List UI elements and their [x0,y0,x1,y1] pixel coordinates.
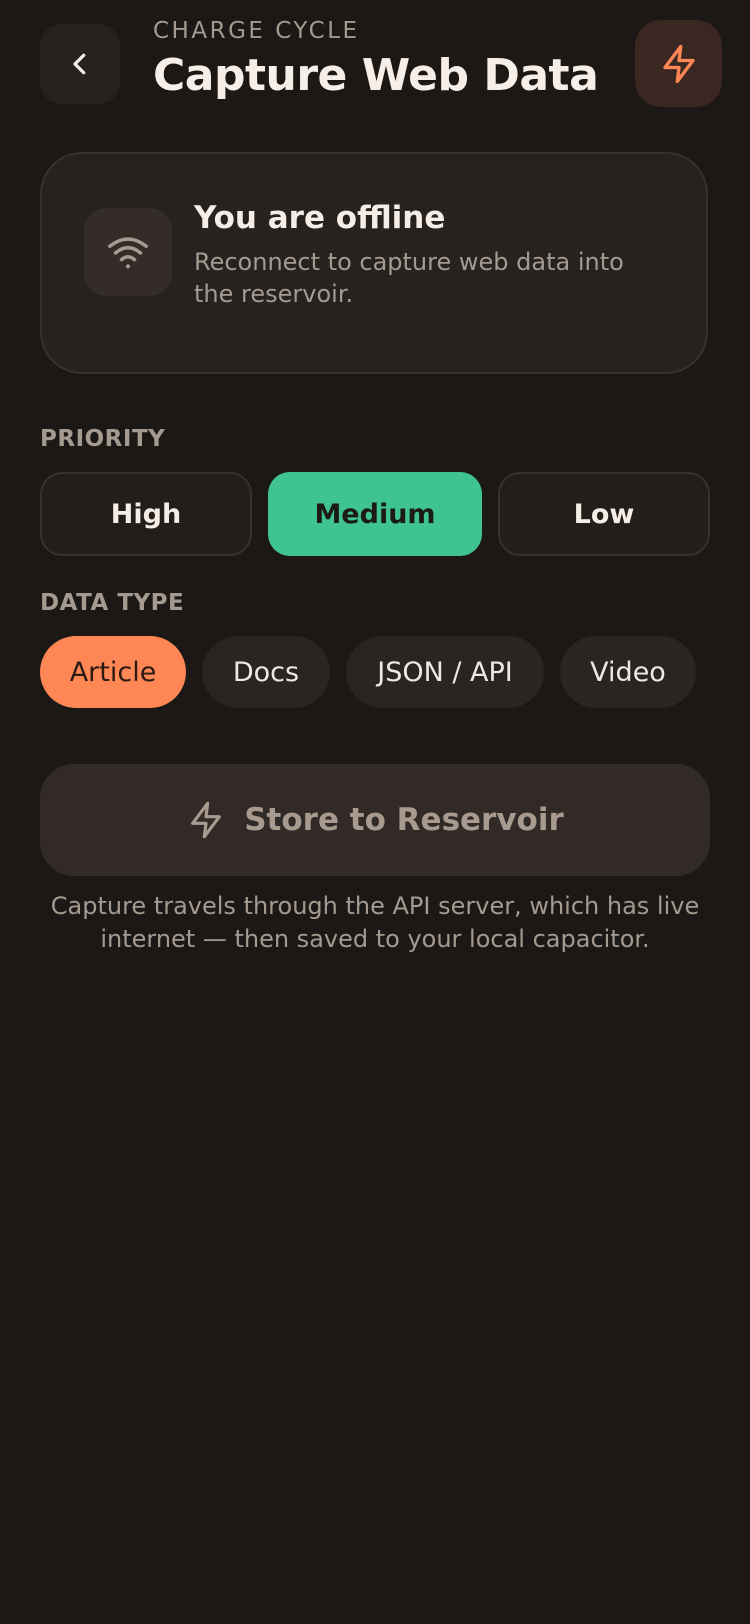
data-type-chip-docs[interactable]: Docs [202,636,330,708]
store-to-reservoir-button[interactable]: Store to Reservoir [40,764,710,876]
offline-card: You are offline Reconnect to capture web… [40,152,708,374]
bolt-icon [191,801,222,839]
charge-action-button[interactable] [635,20,722,107]
wifi-icon-box [84,208,172,296]
bolt-icon [662,44,695,83]
page-title: Capture Web Data [153,50,599,101]
data-type-label: DATA TYPE [40,590,185,616]
offline-title: You are offline [194,200,446,236]
data-type-chip-video[interactable]: Video [560,636,696,708]
priority-option-medium[interactable]: Medium [268,472,482,556]
data-type-chip-article[interactable]: Article [40,636,186,708]
store-button-label: Store to Reservoir [244,802,564,838]
offline-subtitle: Reconnect to capture web data into the r… [194,248,624,308]
page-eyebrow: CHARGE CYCLE [153,18,360,44]
priority-option-low[interactable]: Low [498,472,710,556]
priority-label: PRIORITY [40,426,166,452]
wifi-icon [108,237,148,269]
data-type-chip-json-api[interactable]: JSON / API [346,636,544,708]
back-button[interactable] [40,24,120,104]
priority-option-high[interactable]: High [40,472,252,556]
chevron-left-icon [73,53,86,75]
capture-footnote: Capture travels through the API server, … [50,892,700,953]
